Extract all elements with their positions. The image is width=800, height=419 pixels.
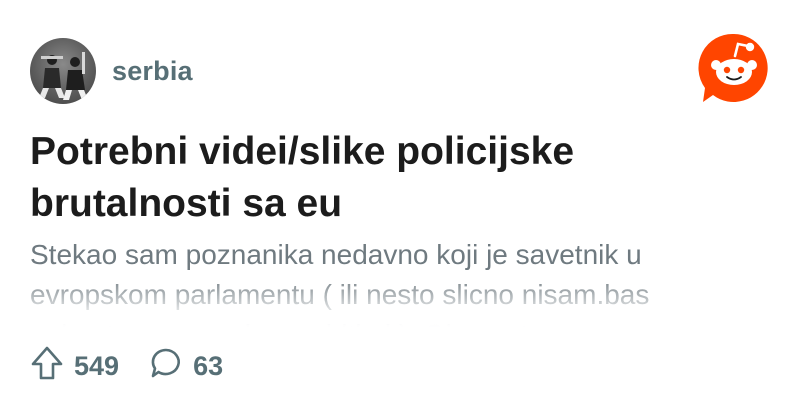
post-stats: 549 63 [30, 344, 223, 388]
reddit-logo-icon[interactable] [698, 32, 770, 104]
comment-stat[interactable]: 63 [149, 346, 223, 387]
upvote-stat[interactable]: 549 [30, 345, 119, 388]
comment-count: 63 [193, 350, 224, 381]
post-header: serbia [30, 38, 193, 104]
subreddit-avatar-icon[interactable] [30, 38, 96, 104]
upvote-count: 549 [74, 350, 120, 381]
subreddit-name[interactable]: serbia [112, 56, 193, 87]
comment-bubble-icon[interactable] [149, 346, 183, 387]
post-body-preview: Stekao sam poznanika nedavno koji je sav… [30, 239, 657, 327]
post-title[interactable]: Potrebni videi/slike policijske brutalno… [30, 126, 750, 230]
upvote-arrow-icon[interactable] [30, 345, 64, 388]
